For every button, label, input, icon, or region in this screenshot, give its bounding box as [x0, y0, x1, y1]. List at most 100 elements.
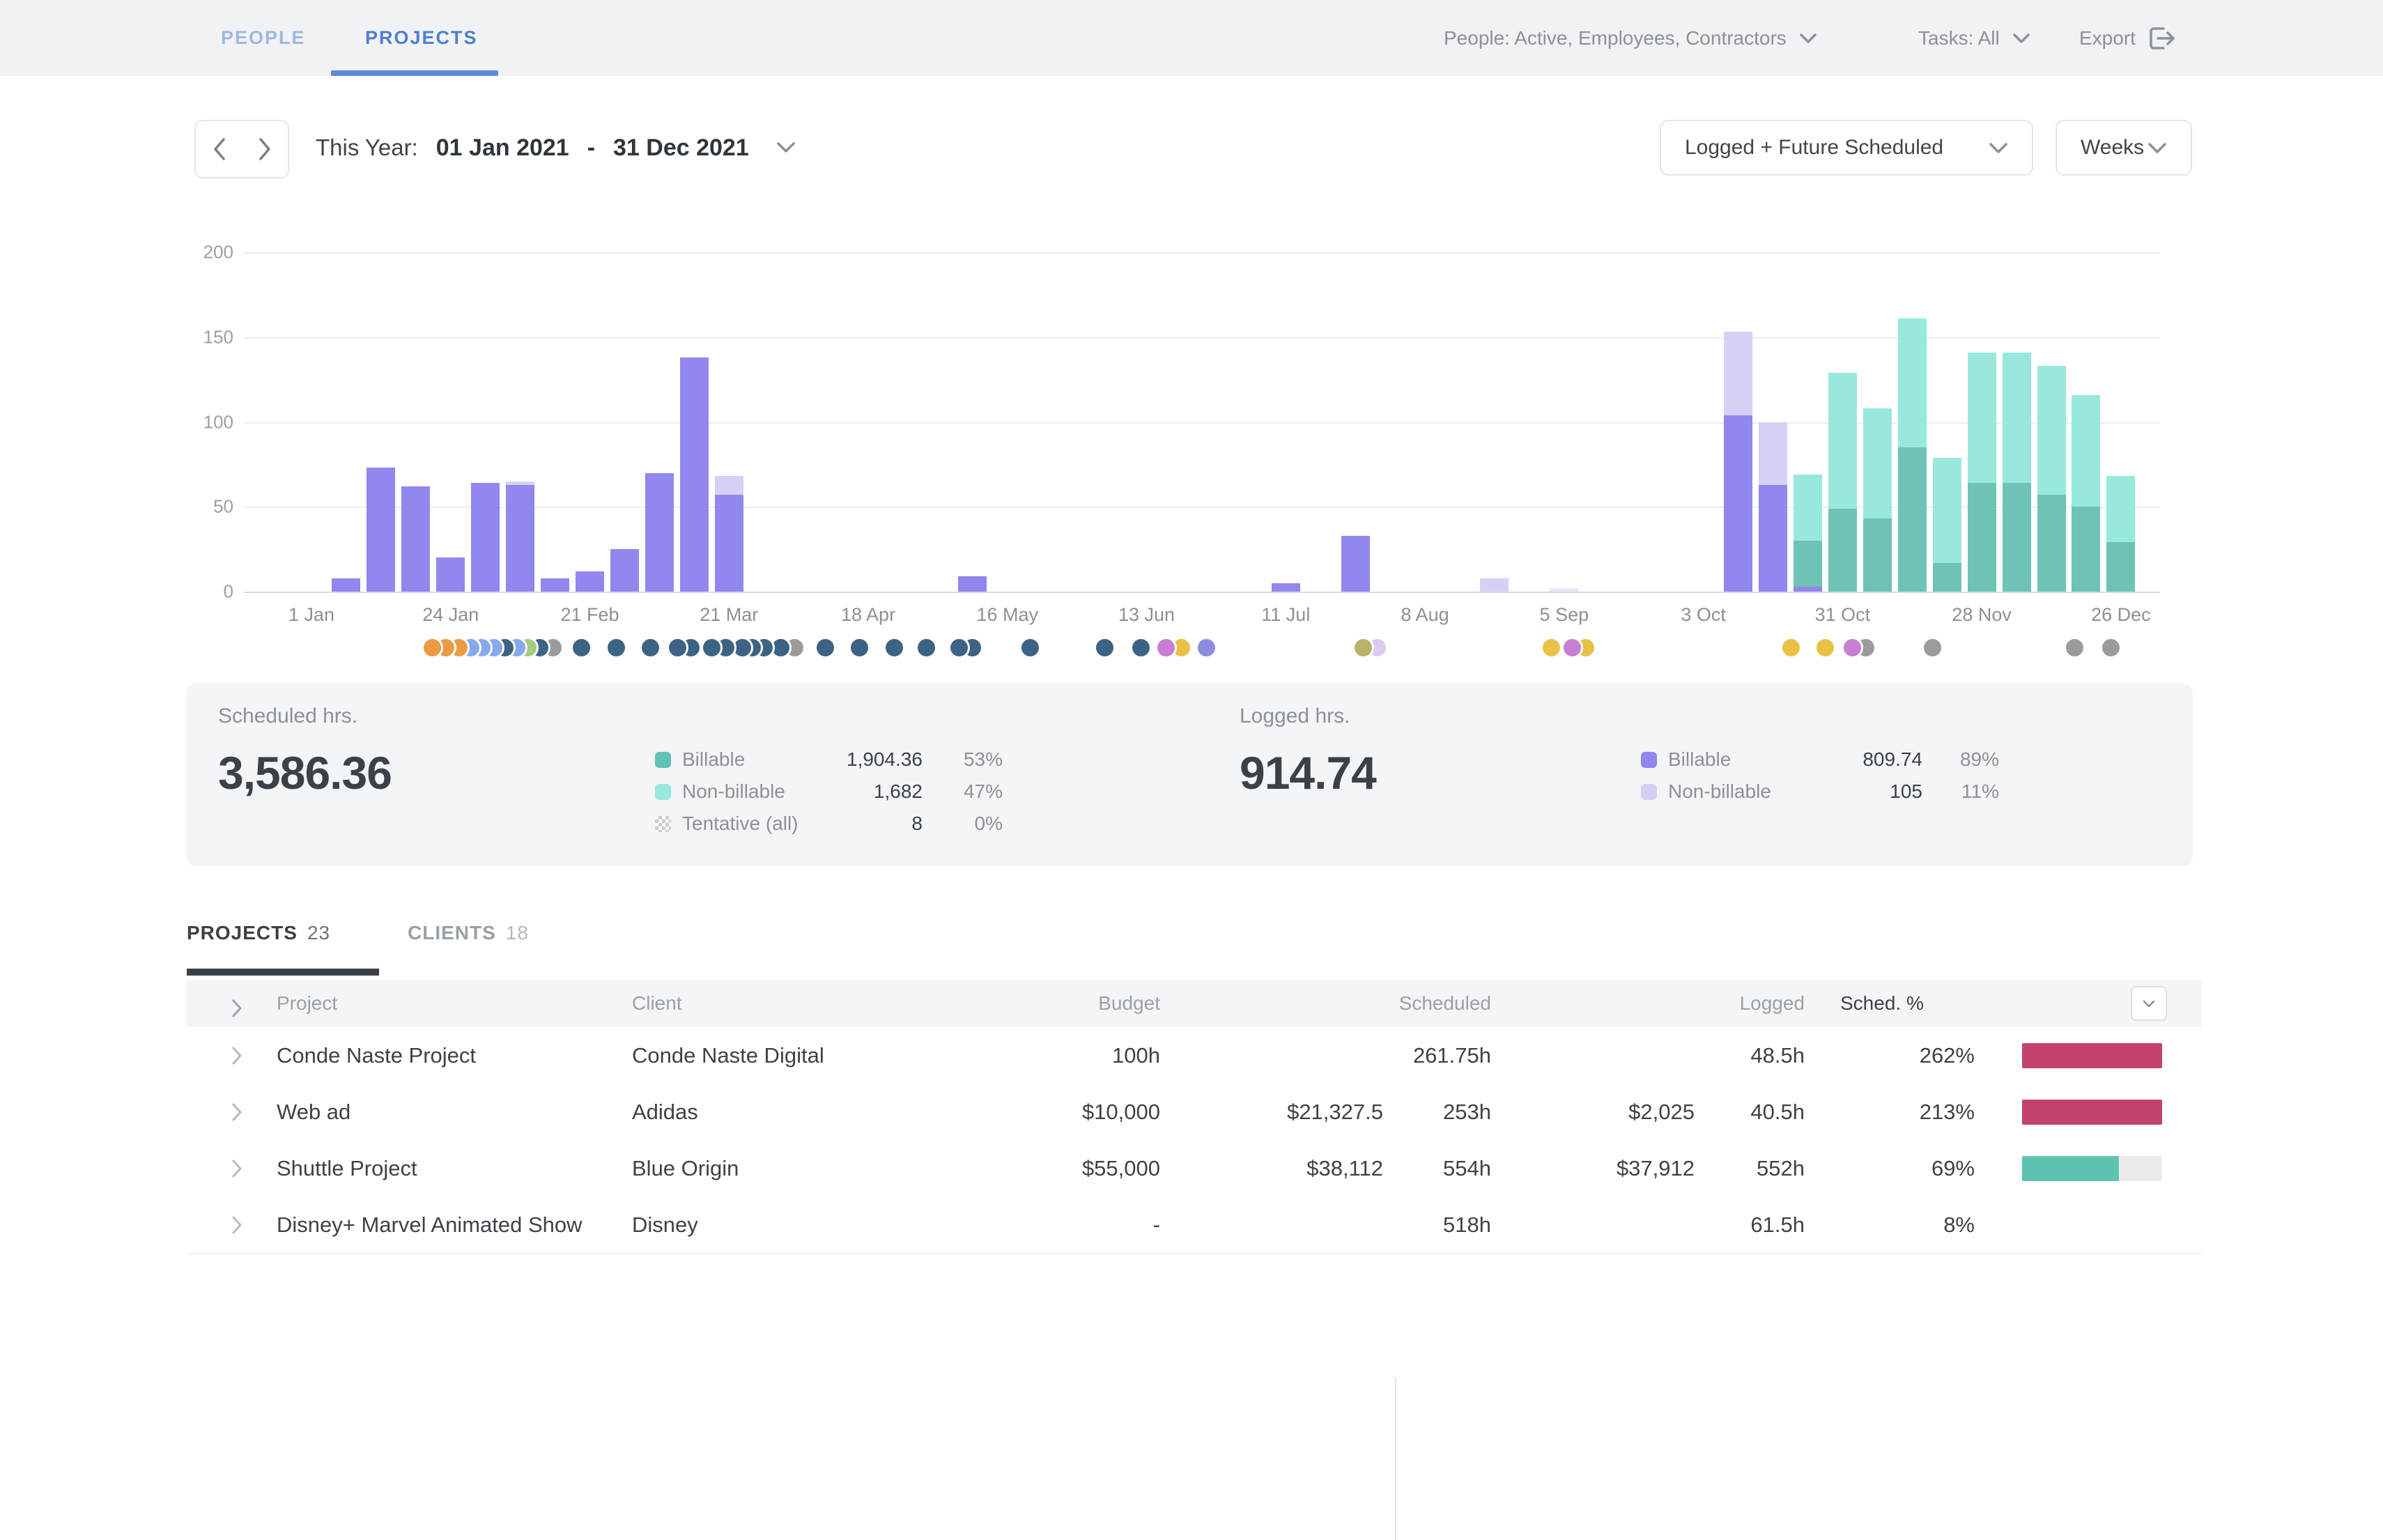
milestone-dot[interactable] — [1019, 637, 1041, 659]
bar-segment-scheduled-non-billable[interactable] — [1828, 373, 1857, 509]
bar-segment-scheduled-non-billable[interactable] — [2037, 366, 2066, 495]
row-expand-chevron-icon[interactable] — [230, 1084, 244, 1140]
cell-logged-hours: 552h — [1707, 1140, 1805, 1196]
bar-segment-scheduled-billable[interactable] — [1933, 563, 1961, 592]
bar-segment-scheduled-non-billable[interactable] — [1898, 318, 1927, 447]
row-expand-chevron-icon[interactable] — [230, 1027, 244, 1084]
bar-segment-scheduled-non-billable[interactable] — [2106, 476, 2135, 542]
col-header-scheduled[interactable]: Scheduled — [1289, 980, 1491, 1027]
bar-segment-logged-non-billable[interactable] — [506, 482, 534, 485]
milestone-dot[interactable] — [1196, 637, 1217, 659]
milestone-dot[interactable] — [640, 637, 661, 659]
bar-segment-scheduled-non-billable[interactable] — [1968, 353, 1996, 483]
bar-segment-scheduled-non-billable[interactable] — [2003, 353, 2031, 483]
table-row[interactable]: Shuttle ProjectBlue Origin$55,000$38,112… — [187, 1140, 2202, 1198]
table-header: Project Client Budget Scheduled Logged S… — [187, 980, 2202, 1027]
milestone-dot[interactable] — [667, 637, 688, 659]
bar-segment-logged-billable[interactable] — [506, 485, 534, 592]
legend-row: Billable1,904.3653% — [655, 744, 1003, 776]
bar-segment-logged-billable[interactable] — [645, 473, 674, 592]
sched-pct-dropdown-button[interactable] — [2131, 986, 2167, 1021]
bar-segment-scheduled-billable[interactable] — [2037, 495, 2066, 592]
bar-segment-scheduled-billable[interactable] — [2003, 483, 2031, 592]
milestone-dot[interactable] — [1561, 637, 1583, 659]
bar-segment-logged-billable[interactable] — [436, 557, 465, 592]
table-tab-projects[interactable]: PROJECTS 23 — [187, 917, 330, 949]
milestone-dot[interactable] — [1780, 637, 1802, 659]
col-header-budget[interactable]: Budget — [906, 980, 1160, 1027]
bar-segment-logged-billable[interactable] — [367, 468, 395, 592]
bar-segment-logged-billable[interactable] — [1341, 536, 1370, 592]
bar-segment-scheduled-billable[interactable] — [1794, 541, 1822, 587]
bar-segment-logged-billable[interactable] — [680, 357, 709, 592]
bar-segment-logged-non-billable[interactable] — [1480, 578, 1509, 592]
table-row[interactable]: Conde Naste ProjectConde Naste Digital10… — [187, 1027, 2202, 1085]
bar-segment-logged-billable[interactable] — [471, 483, 500, 592]
table-row[interactable]: Web adAdidas$10,000$21,327.5253h$2,02540… — [187, 1084, 2202, 1141]
sched-percent-progress-bar — [2022, 1043, 2162, 1068]
milestone-dot[interactable] — [1130, 637, 1152, 659]
milestone-dot[interactable] — [948, 637, 970, 659]
cell-project-name[interactable]: Web ad — [277, 1084, 350, 1140]
milestone-dot[interactable] — [1814, 637, 1836, 659]
bar-segment-logged-billable[interactable] — [332, 578, 360, 592]
cell-budget: - — [906, 1196, 1160, 1253]
bar-segment-logged-non-billable[interactable] — [1724, 332, 1752, 415]
bar-segment-logged-billable[interactable] — [1794, 587, 1822, 592]
bar-segment-scheduled-billable[interactable] — [1828, 509, 1857, 592]
milestone-dot[interactable] — [884, 637, 905, 659]
row-expand-chevron-icon[interactable] — [230, 1196, 244, 1253]
milestone-dot[interactable] — [571, 637, 592, 659]
milestone-dot[interactable] — [1094, 637, 1116, 659]
milestone-dot[interactable] — [849, 637, 870, 659]
bar-segment-logged-billable[interactable] — [1272, 583, 1300, 592]
cell-client-name: Blue Origin — [632, 1140, 739, 1196]
chevron-down-icon — [2142, 999, 2156, 1008]
bar-segment-scheduled-billable[interactable] — [1898, 447, 1927, 592]
table-tab-clients[interactable]: CLIENTS 18 — [408, 917, 529, 949]
bar-segment-logged-billable[interactable] — [715, 495, 743, 592]
chart-gridline — [244, 592, 2160, 593]
col-header-sched-pct[interactable]: Sched. % — [1840, 980, 1924, 1027]
col-header-project[interactable]: Project — [277, 980, 337, 1027]
milestone-dot[interactable] — [2064, 637, 2085, 659]
y-axis-tick-label: 150 — [157, 326, 233, 348]
milestone-dot[interactable] — [1842, 637, 1863, 659]
milestone-dot[interactable] — [1541, 637, 1562, 659]
bar-segment-logged-billable[interactable] — [541, 578, 569, 592]
bar-segment-logged-non-billable[interactable] — [1759, 422, 1787, 485]
bar-segment-logged-billable[interactable] — [401, 486, 430, 592]
milestone-dot[interactable] — [2100, 637, 2122, 659]
milestone-dot[interactable] — [1922, 637, 1943, 659]
cell-project-name[interactable]: Conde Naste Project — [277, 1027, 476, 1084]
bar-segment-scheduled-billable[interactable] — [2072, 507, 2100, 592]
bar-segment-scheduled-non-billable[interactable] — [1794, 475, 1822, 541]
table-row[interactable]: Disney+ Marvel Animated ShowDisney-518h6… — [187, 1196, 2202, 1254]
milestone-dot[interactable] — [422, 637, 443, 659]
milestone-dot[interactable] — [916, 637, 937, 659]
milestone-dot[interactable] — [1155, 637, 1177, 659]
bar-segment-logged-billable[interactable] — [1759, 485, 1787, 592]
bar-segment-scheduled-billable[interactable] — [2106, 542, 2135, 592]
bar-segment-logged-billable[interactable] — [576, 571, 604, 592]
milestone-dot[interactable] — [606, 637, 627, 659]
legend-swatch-icon — [655, 752, 671, 768]
bar-segment-logged-billable[interactable] — [1724, 415, 1752, 592]
cell-project-name[interactable]: Disney+ Marvel Animated Show — [277, 1196, 583, 1253]
y-axis-tick-label: 50 — [157, 496, 233, 518]
bar-segment-logged-non-billable[interactable] — [715, 476, 743, 495]
bar-segment-scheduled-non-billable[interactable] — [1863, 408, 1892, 518]
bar-segment-scheduled-non-billable[interactable] — [1933, 458, 1961, 563]
bar-segment-scheduled-billable[interactable] — [1863, 518, 1892, 592]
col-header-logged[interactable]: Logged — [1603, 980, 1805, 1027]
bar-segment-tentative[interactable] — [1550, 588, 1578, 592]
row-expand-chevron-icon[interactable] — [230, 1140, 244, 1196]
col-header-client[interactable]: Client — [632, 980, 682, 1027]
bar-segment-logged-billable[interactable] — [958, 576, 987, 592]
bar-segment-scheduled-billable[interactable] — [1968, 483, 1996, 592]
legend-percent: 11% — [1922, 780, 1999, 803]
bar-segment-logged-billable[interactable] — [610, 549, 639, 592]
milestone-dot[interactable] — [815, 637, 836, 659]
bar-segment-scheduled-non-billable[interactable] — [2072, 395, 2100, 507]
cell-project-name[interactable]: Shuttle Project — [277, 1140, 417, 1196]
